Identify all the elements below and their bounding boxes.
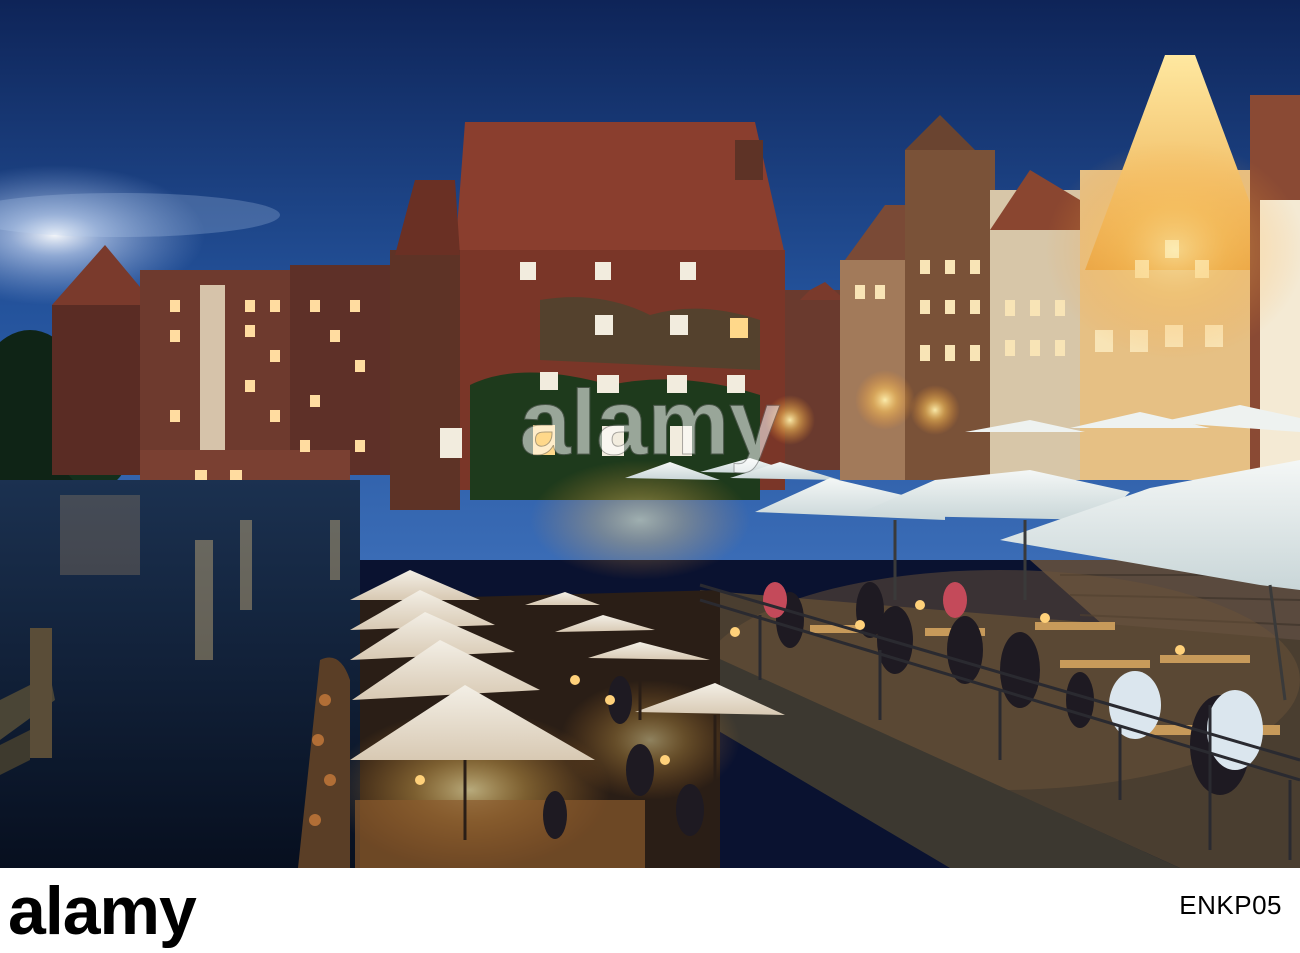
alamy-logo: alamy	[8, 873, 198, 949]
alamy-logo-text: alamy	[8, 873, 197, 949]
image-id: ENKP05	[1179, 890, 1282, 920]
photo	[0, 0, 1300, 868]
screenshot: alamy alamy ENKP05	[0, 0, 1300, 953]
